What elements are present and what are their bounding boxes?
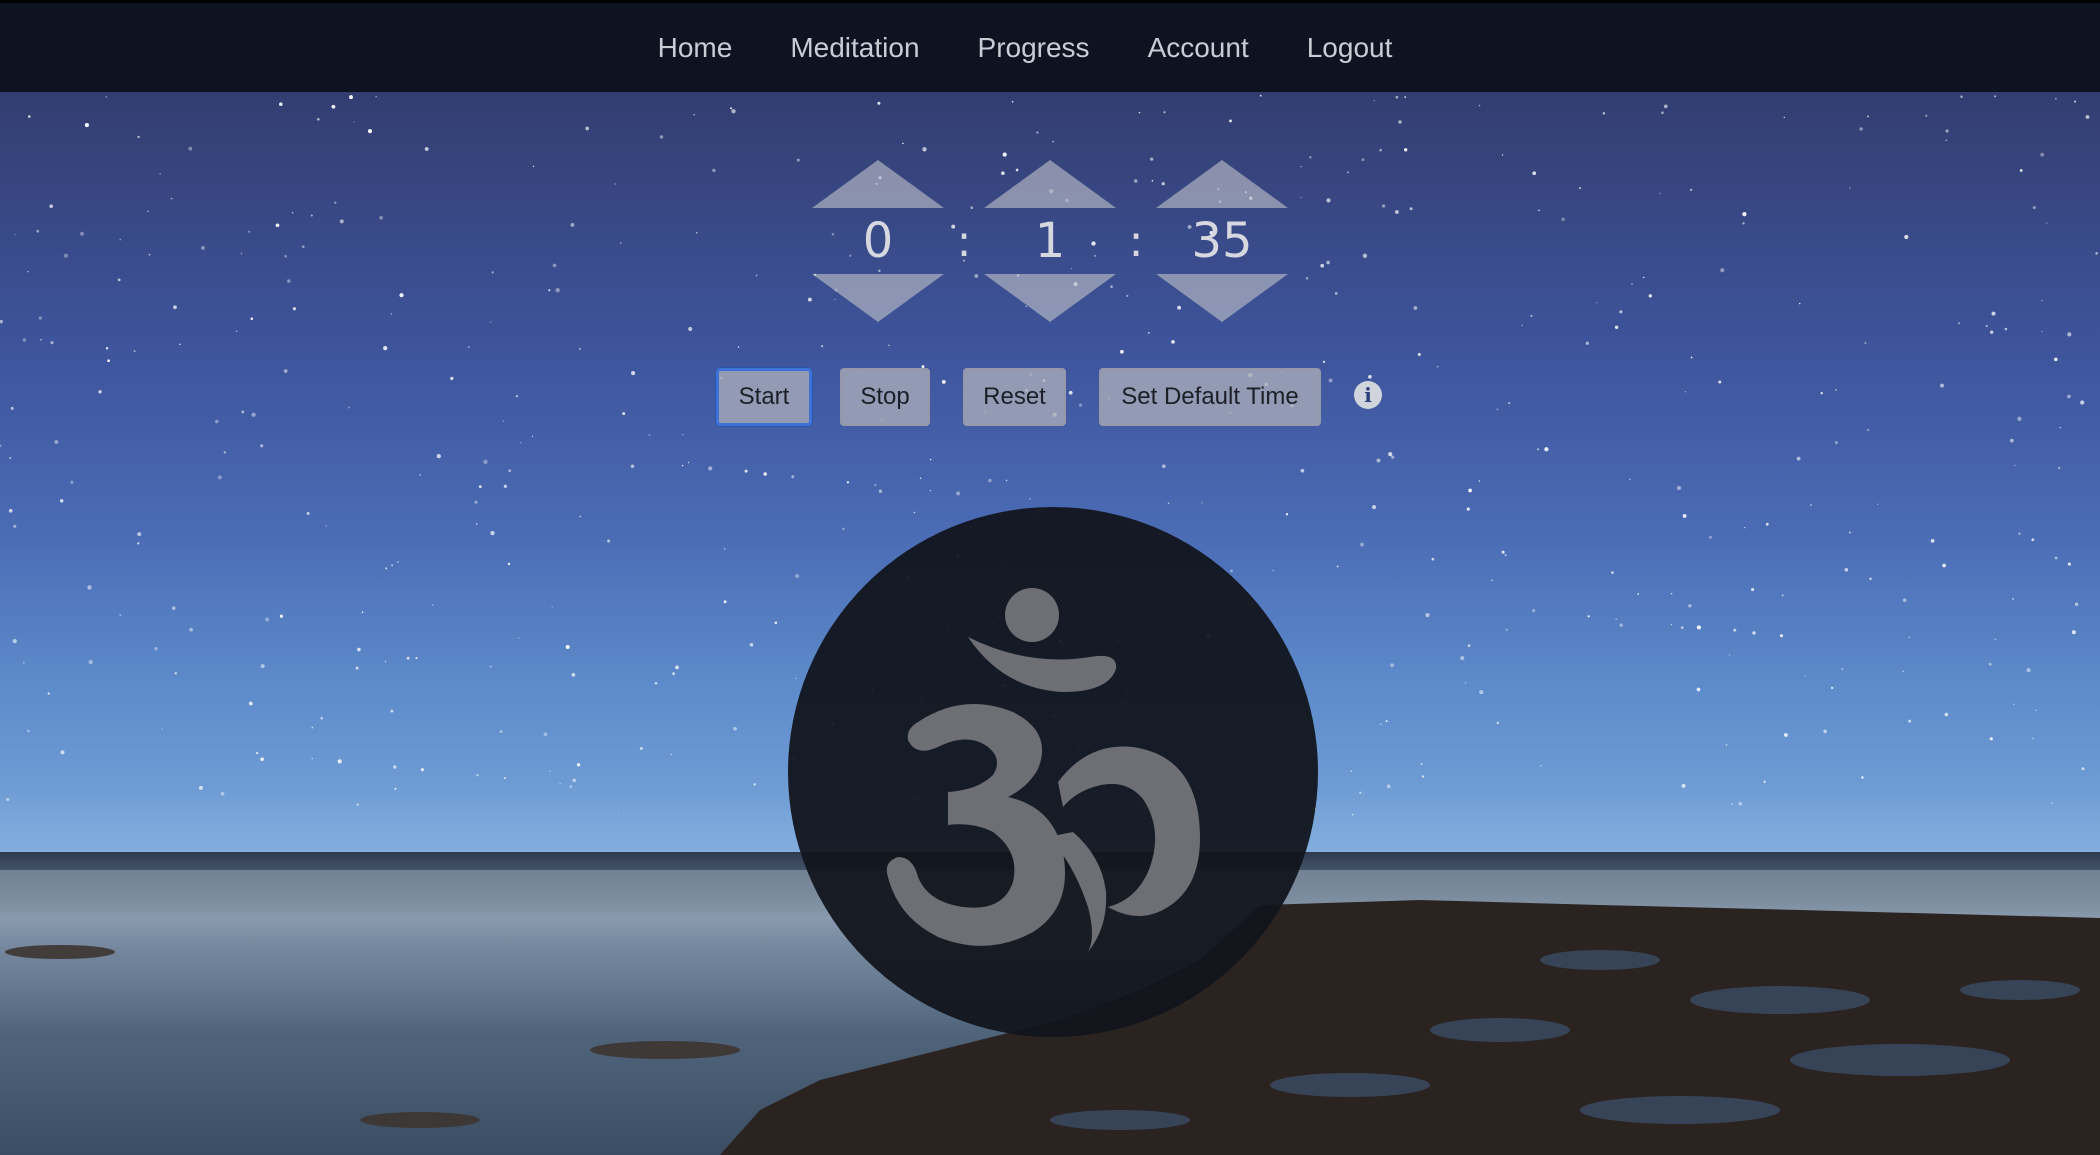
om-meditation-circle[interactable] bbox=[788, 507, 1318, 1037]
nav-logout-link[interactable]: Logout bbox=[1278, 32, 1422, 64]
minutes-value: 1 bbox=[1034, 213, 1066, 269]
nav-meditation-link[interactable]: Meditation bbox=[761, 32, 948, 64]
minutes-unit: 1 bbox=[982, 160, 1118, 322]
om-icon bbox=[886, 588, 1200, 952]
nav-links: Home Meditation Progress Account Logout bbox=[629, 32, 1422, 64]
set-default-time-button[interactable]: Set Default Time bbox=[1099, 368, 1321, 426]
minutes-decrement-arrow-icon[interactable] bbox=[984, 274, 1116, 322]
seconds-decrement-arrow-icon[interactable] bbox=[1156, 274, 1288, 322]
minutes-increment-arrow-icon[interactable] bbox=[984, 160, 1116, 208]
meditation-page: Home Meditation Progress Account Logout … bbox=[0, 0, 2100, 1155]
hours-increment-arrow-icon[interactable] bbox=[812, 160, 944, 208]
info-icon[interactable]: i bbox=[1354, 381, 1382, 409]
time-separator: : bbox=[956, 215, 972, 267]
hours-unit: 0 bbox=[810, 160, 946, 322]
seconds-value: 35 bbox=[1191, 213, 1253, 269]
nav-account-link[interactable]: Account bbox=[1119, 32, 1278, 64]
nav-progress-link[interactable]: Progress bbox=[949, 32, 1119, 64]
time-separator: : bbox=[1128, 215, 1144, 267]
stop-button[interactable]: Stop bbox=[840, 368, 930, 426]
seconds-unit: 35 bbox=[1154, 160, 1290, 322]
timer-controls: Start Stop Reset Set Default Time i bbox=[716, 368, 1382, 426]
nav-home-link[interactable]: Home bbox=[629, 32, 762, 64]
seconds-increment-arrow-icon[interactable] bbox=[1156, 160, 1288, 208]
top-navbar: Home Meditation Progress Account Logout bbox=[0, 0, 2100, 92]
start-button[interactable]: Start bbox=[716, 368, 812, 426]
hours-decrement-arrow-icon[interactable] bbox=[812, 274, 944, 322]
reset-button[interactable]: Reset bbox=[963, 368, 1066, 426]
timer-widget: 0 : 1 : 35 bbox=[810, 160, 1290, 322]
hours-value: 0 bbox=[862, 213, 894, 269]
